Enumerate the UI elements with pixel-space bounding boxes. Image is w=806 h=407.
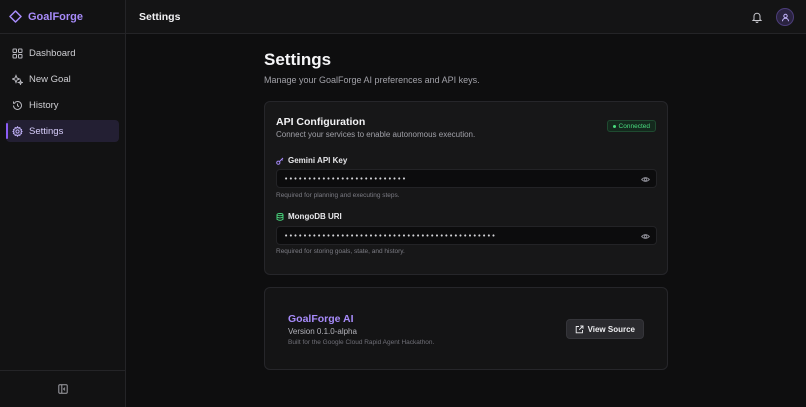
sidebar-item-new-goal[interactable]: New Goal — [6, 68, 119, 90]
card-subtitle: Connect your services to enable autonomo… — [276, 130, 476, 139]
mongodb-help-text: Required for storing goals, state, and h… — [276, 248, 405, 255]
dashboard-icon — [12, 48, 23, 59]
view-source-button[interactable]: View Source — [565, 319, 644, 339]
mongodb-uri-field[interactable]: ••••••••••••••••••••••••••••••••••••••••… — [276, 226, 657, 245]
external-link-icon — [575, 325, 584, 334]
field-label-text: MongoDB URI — [288, 212, 342, 221]
page-header: Settings Manage your GoalForge AI prefer… — [264, 50, 668, 85]
mongodb-uri-label: MongoDB URI — [276, 212, 342, 221]
gemini-api-key-field[interactable]: •••••••••••••••••••••••••• — [276, 169, 657, 188]
sidebar: GoalForge Dashboard New Goal History Set… — [0, 0, 126, 407]
view-source-label: View Source — [587, 324, 635, 334]
gemini-api-key-value: •••••••••••••••••••••••••• — [284, 174, 407, 183]
card-title: API Configuration — [276, 116, 366, 128]
sidebar-item-label: History — [29, 99, 59, 111]
sidebar-item-label: Dashboard — [29, 47, 76, 59]
page-title: Settings — [264, 50, 332, 69]
gear-icon — [12, 125, 23, 137]
api-configuration-card: API Configuration Connect your services … — [264, 101, 668, 275]
topbar: Settings — [126, 0, 806, 34]
sidebar-footer — [0, 370, 125, 407]
sidebar-item-settings[interactable]: Settings — [6, 120, 119, 142]
sidebar-item-label: New Goal — [29, 73, 71, 85]
key-icon — [276, 157, 284, 165]
field-label-text: Gemini API Key — [288, 156, 348, 165]
status-dot-icon — [612, 124, 616, 128]
avatar[interactable] — [776, 8, 794, 26]
page-subtitle: Manage your GoalForge AI preferences and… — [264, 75, 480, 85]
history-icon — [12, 100, 23, 111]
brand-name: GoalForge — [28, 10, 84, 23]
eye-icon[interactable] — [641, 232, 650, 241]
user-icon — [781, 13, 790, 22]
sparkles-icon — [12, 73, 23, 85]
about-note: Built for the Google Cloud Rapid Agent H… — [288, 339, 435, 346]
status-badge: Connected — [606, 120, 656, 132]
brand[interactable]: GoalForge — [0, 0, 125, 34]
database-icon — [276, 212, 284, 221]
collapse-sidebar-icon[interactable] — [57, 384, 68, 394]
gemini-help-text: Required for planning and executing step… — [276, 192, 400, 199]
sidebar-item-dashboard[interactable]: Dashboard — [6, 42, 119, 64]
eye-icon[interactable] — [641, 175, 650, 184]
status-text: Connected — [618, 122, 650, 130]
gemini-key-label: Gemini API Key — [276, 156, 347, 165]
mongodb-uri-value: ••••••••••••••••••••••••••••••••••••••••… — [284, 231, 497, 240]
header-title: Settings — [139, 10, 181, 23]
diamond-logo-icon — [9, 10, 22, 23]
about-title: GoalForge AI — [288, 313, 354, 325]
about-card: GoalForge AI Version 0.1.0-alpha Built f… — [264, 287, 668, 370]
sidebar-nav: Dashboard New Goal History Settings — [0, 34, 125, 154]
sidebar-item-history[interactable]: History — [6, 94, 119, 116]
sidebar-item-label: Settings — [29, 125, 64, 137]
about-version: Version 0.1.0-alpha — [288, 327, 357, 336]
bell-icon[interactable] — [751, 11, 763, 23]
